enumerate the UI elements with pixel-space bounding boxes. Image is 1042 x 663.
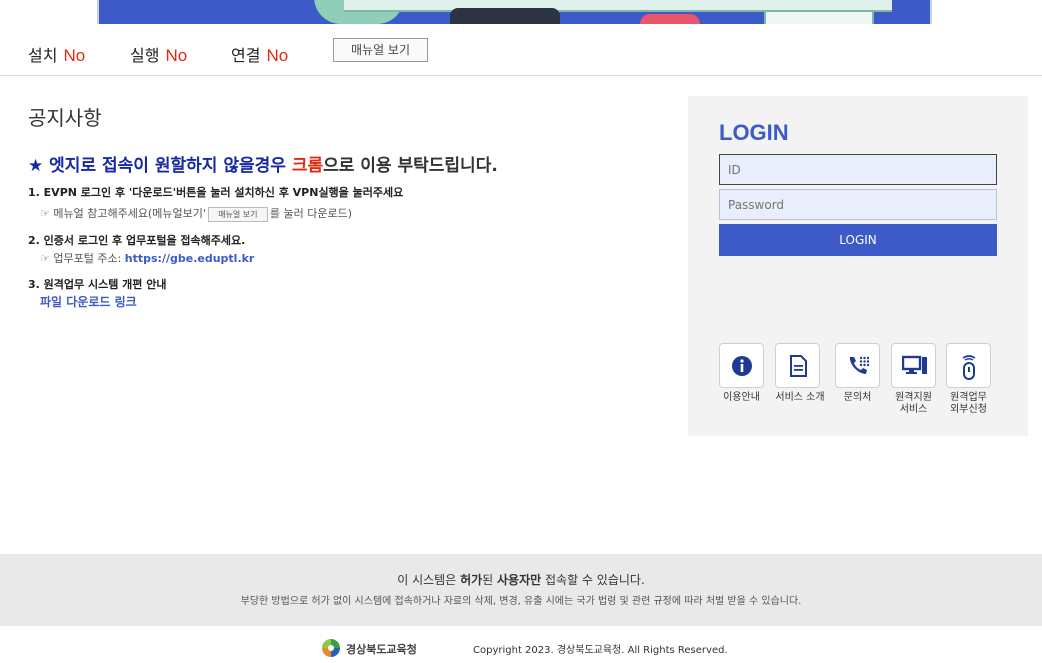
status-install: 설치 No (28, 46, 86, 65)
document-icon (790, 355, 807, 377)
top-banner (0, 0, 1042, 24)
status-connect-value: No (266, 46, 289, 65)
notice-step-2: 2. 인증서 로그인 후 업무포털을 접속해주세요. (28, 234, 246, 247)
education-office-logo-text: 경상북도교육청 (346, 643, 417, 656)
info-icon (732, 356, 752, 376)
notice-title: 공지사항 (28, 106, 102, 130)
manual-view-mini-button[interactable]: 매뉴얼 보기 (207, 206, 268, 222)
manual-view-button[interactable]: 매뉴얼 보기 (333, 38, 428, 62)
education-office-logo-icon (322, 639, 340, 657)
portal-link[interactable]: https://gbe.eduptl.kr (125, 252, 255, 265)
password-input[interactable] (719, 189, 997, 220)
file-download-link[interactable]: 파일 다운로드 링크 (40, 293, 137, 310)
star-icon: ★ (28, 156, 44, 176)
contact-button[interactable] (835, 343, 880, 388)
guide-label: 이용안내 (723, 392, 760, 403)
phone-icon (849, 356, 870, 374)
login-panel: LOGIN LOGIN 이용안내 서비스 소개 문의처 (688, 96, 1028, 436)
service-intro-label: 서비스 소개 (775, 392, 825, 403)
notice-headline: ★ 엣지로 접속이 원할하지 않을경우 크롬으로 이용 부탁드립니다. (28, 156, 498, 176)
footer-warning-title: 이 시스템은 허가된 사용자만 접속할 수 있습니다. (397, 573, 645, 587)
remote-support-label: 원격지원 서비스 (895, 392, 932, 415)
login-title: LOGIN (719, 120, 789, 145)
chrome-highlight: 크롬 (291, 156, 324, 176)
contact-label: 문의처 (843, 392, 872, 403)
footer-notice: 이 시스템은 허가된 사용자만 접속할 수 있습니다. 부당한 방법으로 허가 … (0, 554, 1042, 626)
footer-bottom: 경상북도교육청 Copyright 2023. 경상북도교육청. All Rig… (0, 626, 1042, 663)
status-install-value: No (63, 46, 86, 65)
remote-icon (962, 355, 976, 380)
status-run: 실행 No (130, 46, 188, 65)
remote-work-apply-button[interactable] (946, 343, 991, 388)
notice-step-2-sub: ☞ 업무포털 주소: https://gbe.eduptl.kr (40, 252, 255, 265)
status-bar: 설치 No 실행 No 연결 No 매뉴얼 보기 (0, 24, 1042, 76)
computer-icon (902, 355, 927, 374)
remote-support-button[interactable] (891, 343, 936, 388)
copyright: Copyright 2023. 경상북도교육청. All Rights Rese… (473, 645, 728, 656)
id-input[interactable] (719, 154, 997, 185)
remote-work-apply-label: 원격업무 외부신청 (950, 392, 987, 415)
notice-step-1: 1. EVPN 로그인 후 '다운로드'버튼을 눌러 설치하신 후 VPN실행을… (28, 186, 404, 199)
status-run-value: No (165, 46, 188, 65)
status-connect: 연결 No (231, 46, 289, 65)
notice-step-1-sub: ☞ 메뉴얼 참고해주세요(메뉴얼보기' 매뉴얼 보기 를 눌러 다운로드) (40, 206, 352, 222)
guide-button[interactable] (719, 343, 764, 388)
service-intro-button[interactable] (775, 343, 820, 388)
login-button[interactable]: LOGIN (719, 224, 997, 256)
notice-step-3: 3. 원격업무 시스템 개편 안내 (28, 278, 167, 291)
footer-warning-text: 부당한 방법으로 허가 없이 시스템에 접속하거나 자료의 삭제, 변경, 유출… (240, 596, 802, 607)
